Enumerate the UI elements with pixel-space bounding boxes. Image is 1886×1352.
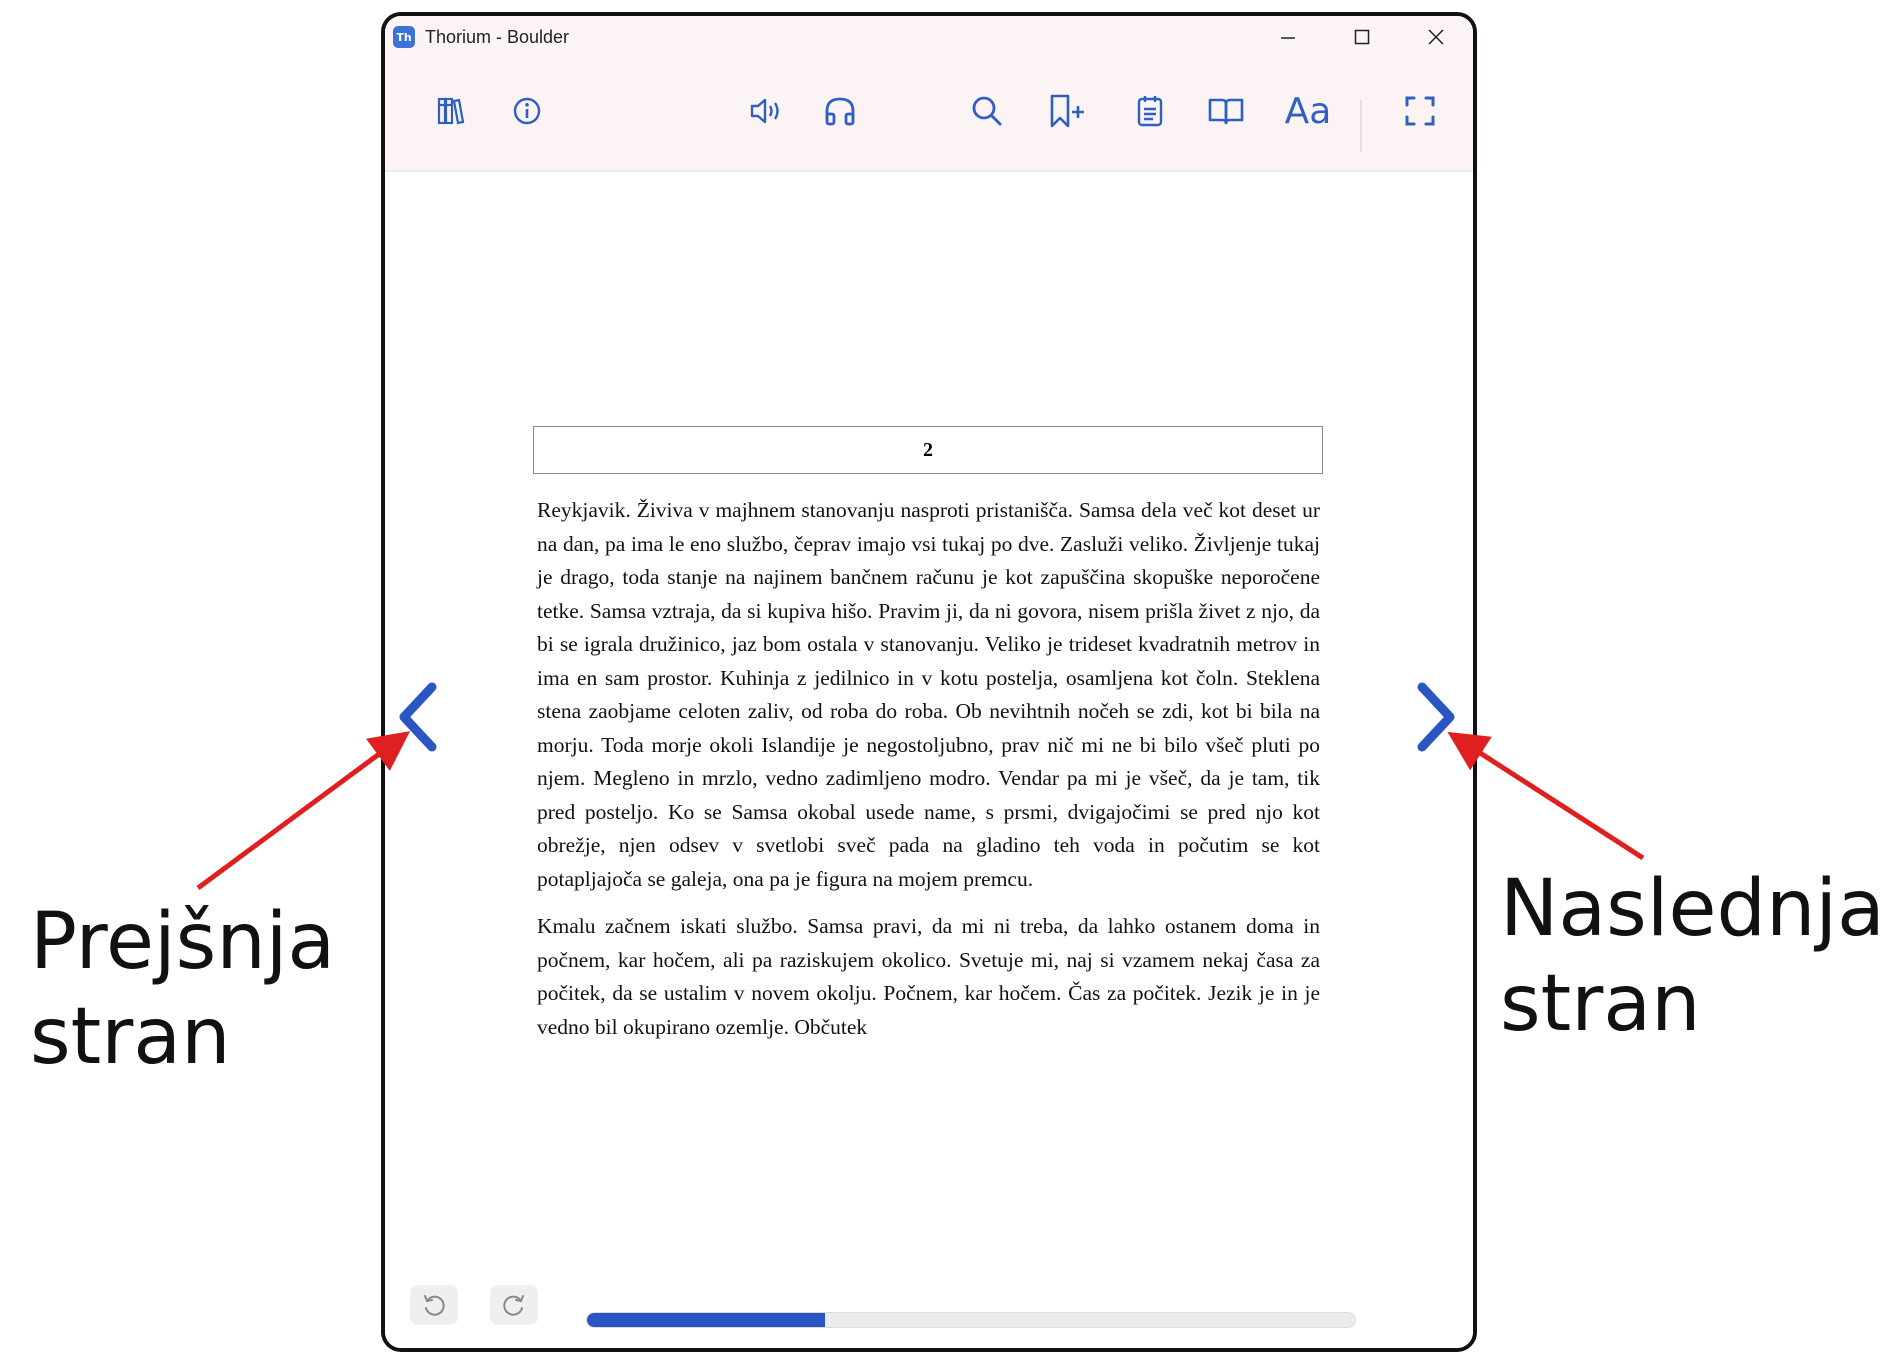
arrow-to-previous <box>196 731 411 891</box>
annotation-line: stran <box>30 992 231 1083</box>
annotation-arrows <box>196 731 1645 891</box>
next-page-annotation: Naslednja stran <box>1500 862 1885 1052</box>
annotation-line: Prejšnja <box>30 897 336 987</box>
arrow-to-next <box>1447 731 1645 861</box>
annotation-line: stran <box>1500 959 1701 1050</box>
previous-page-annotation: Prejšnja stran <box>30 895 335 1085</box>
annotation-line: Naslednja <box>1500 864 1885 954</box>
